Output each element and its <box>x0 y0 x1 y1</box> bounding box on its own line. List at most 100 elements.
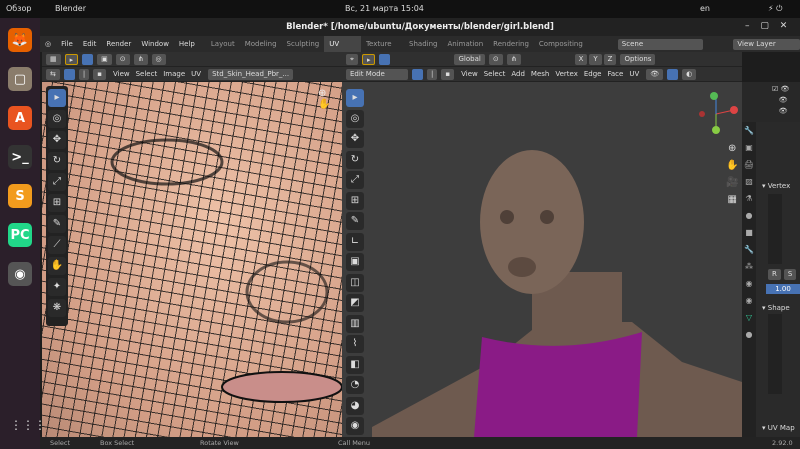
uv-menu-uv[interactable]: UV <box>188 70 204 78</box>
viewport-tool-extrude-icon[interactable]: ▣ <box>346 253 364 271</box>
viewport-tool-scale-icon[interactable]: ⤢ <box>346 171 364 189</box>
editor-type-button[interactable]: ⌖ <box>346 53 358 65</box>
viewport-tool-measure-icon[interactable]: ∟ <box>346 232 364 251</box>
vertex-select-mode[interactable] <box>412 68 423 80</box>
mirror-z-toggle[interactable]: Z <box>603 53 617 65</box>
viewport-menu-select[interactable]: Select <box>481 70 509 78</box>
viewport-tool-rotate-icon[interactable]: ↻ <box>346 150 364 169</box>
mirror-x-toggle[interactable]: X <box>574 53 588 65</box>
dock-files-icon[interactable]: ▢ <box>8 67 32 91</box>
select-mode-new[interactable] <box>82 53 94 65</box>
network-icon[interactable]: ⚡ ⏻ <box>768 4 783 14</box>
shape-key-list[interactable] <box>768 314 782 394</box>
tab-shading[interactable]: Shading <box>404 36 442 52</box>
vertex-groups-panel[interactable]: ▾ Vertex <box>762 182 790 190</box>
vertex-group-list[interactable] <box>768 194 782 264</box>
viewport-tool-bevel-icon[interactable]: ◩ <box>346 294 364 312</box>
tab-modeling[interactable]: Modeling <box>240 36 282 52</box>
uv-tool-move-icon[interactable]: ✥ <box>48 131 66 149</box>
menu-help[interactable]: Help <box>174 40 200 48</box>
dock-sublime-icon[interactable]: S <box>8 184 32 208</box>
uv-face-mode[interactable]: ▪ <box>93 68 106 80</box>
overview-button[interactable]: Обзор <box>6 4 31 13</box>
mode-dropdown[interactable]: Edit Mode <box>346 68 408 80</box>
shape-keys-panel[interactable]: ▾ Shape <box>762 304 790 312</box>
properties-tabs[interactable]: 🔧 ▣ 🖨 ▨ ⚗ ● ■ 🔧 ⁂ ◉ ◉ ▽ ● <box>742 122 756 437</box>
mirror-y-toggle[interactable]: Y <box>589 53 602 65</box>
viewport-tool-select-icon[interactable]: ▸ <box>346 89 364 107</box>
viewport-tool-knife-icon[interactable]: ⌇ <box>346 335 364 353</box>
tab-rendering[interactable]: Rendering <box>488 36 534 52</box>
pivot-button[interactable]: ⊙ <box>488 53 503 65</box>
editor-type-button[interactable]: ▦ <box>46 53 61 65</box>
viewport-tool-spin-icon[interactable]: ◔ <box>346 376 364 394</box>
show-apps-icon[interactable]: ⋮⋮⋮ <box>10 418 46 432</box>
viewport-menu-add[interactable]: Add <box>508 70 528 78</box>
outliner[interactable]: ☑ 👁 👁 👁 <box>742 82 800 122</box>
uv-tool-annotate-icon[interactable]: ✎ <box>48 215 66 233</box>
uv-tool-relax-icon[interactable]: ✦ <box>48 278 66 296</box>
viewport-menu-mesh[interactable]: Mesh <box>528 70 552 78</box>
scene-selector[interactable]: Scene <box>617 38 704 50</box>
proportional-button[interactable]: ◎ <box>151 53 166 65</box>
select-tool-button[interactable]: ▸ <box>361 53 376 65</box>
dock-blender-icon[interactable]: ◉ <box>8 262 32 286</box>
weight-field[interactable]: 1.00 <box>766 284 800 294</box>
r-button[interactable]: R <box>768 269 781 280</box>
uv-edge-mode[interactable]: | <box>78 68 90 80</box>
tab-texture-paint[interactable]: Texture Paint <box>361 36 404 64</box>
tab-uv-editing[interactable]: UV Editing <box>324 36 361 64</box>
menu-window[interactable]: Window <box>136 40 174 48</box>
viewport-tool-inset-icon[interactable]: ◫ <box>346 273 364 292</box>
snap-button[interactable]: ⋔ <box>133 53 148 65</box>
viewport-tool-loop-cut-icon[interactable]: ▥ <box>346 314 364 333</box>
app-menu[interactable]: Blender <box>55 4 86 13</box>
dock-software-icon[interactable]: A <box>8 106 32 130</box>
uv-tool-grab-icon[interactable]: ✋ <box>48 257 66 275</box>
viewport-nav-buttons[interactable]: ⊕ ✋ 🎥 ▦ <box>726 140 738 208</box>
menu-render[interactable]: Render <box>101 40 136 48</box>
gizmo-toggle[interactable] <box>667 68 679 80</box>
uv-menu-view[interactable]: View <box>110 70 133 78</box>
viewport-menu-edge[interactable]: Edge <box>581 70 605 78</box>
s-button[interactable]: S <box>783 269 797 280</box>
viewport-menu-uv[interactable]: UV <box>626 70 642 78</box>
visibility-button[interactable]: 👁 <box>646 68 664 80</box>
snap-button[interactable]: ⋔ <box>506 53 521 65</box>
viewport-menu-view[interactable]: View <box>458 70 481 78</box>
dock-firefox-icon[interactable]: 🦊 <box>8 28 32 52</box>
uv-tool-rotate-icon[interactable]: ↻ <box>48 152 66 170</box>
uv-tool-scale-icon[interactable]: ⤢ <box>48 173 66 191</box>
uv-editor-canvas[interactable] <box>42 82 342 437</box>
viewport-tool-annotate-icon[interactable]: ✎ <box>346 212 364 230</box>
uv-tool-transform-icon[interactable]: ⊞ <box>48 194 66 212</box>
edge-select-mode[interactable]: | <box>427 68 438 80</box>
tab-compositing[interactable]: Compositing <box>534 36 588 52</box>
axis-gizmo[interactable] <box>694 90 740 136</box>
select-tool-button[interactable]: ▸ <box>64 53 79 65</box>
clock[interactable]: Вс, 21 марта 15:04 <box>345 4 424 13</box>
tab-sculpting[interactable]: Sculpting <box>282 36 325 52</box>
select-mode-extend[interactable]: ▣ <box>97 53 112 65</box>
viewport-tool-smooth-icon[interactable]: ◕ <box>346 396 364 415</box>
viewport-tool-transform-icon[interactable]: ⊞ <box>346 191 364 210</box>
pivot-button[interactable]: ⊙ <box>115 53 130 65</box>
tab-layout[interactable]: Layout <box>206 36 240 52</box>
viewport-tool-poly-build-icon[interactable]: ◧ <box>346 355 364 374</box>
3d-viewport[interactable] <box>342 82 742 437</box>
orientation-dropdown[interactable]: Global <box>454 53 485 65</box>
uv-tool-pinch-icon[interactable]: ❋ <box>48 299 66 317</box>
sync-selection-button[interactable]: ⇆ <box>46 68 60 80</box>
select-mode-new[interactable] <box>379 53 391 65</box>
menu-edit[interactable]: Edit <box>78 40 102 48</box>
view-layer-selector[interactable]: View Layer <box>733 38 800 50</box>
window-controls[interactable]: – ▢ ✕ <box>745 21 787 31</box>
dock-terminal-icon[interactable]: >_ <box>8 145 32 169</box>
uv-menu-select[interactable]: Select <box>133 70 161 78</box>
tab-animation[interactable]: Animation <box>442 36 488 52</box>
overlay-button[interactable]: ◐ <box>682 68 697 80</box>
uv-tool-select-icon[interactable]: ▸ <box>48 89 66 107</box>
uv-tool-annotate-line-icon[interactable]: ⟋ <box>48 236 66 254</box>
language-indicator[interactable]: en <box>700 4 710 13</box>
viewport-menu-vertex[interactable]: Vertex <box>552 70 581 78</box>
